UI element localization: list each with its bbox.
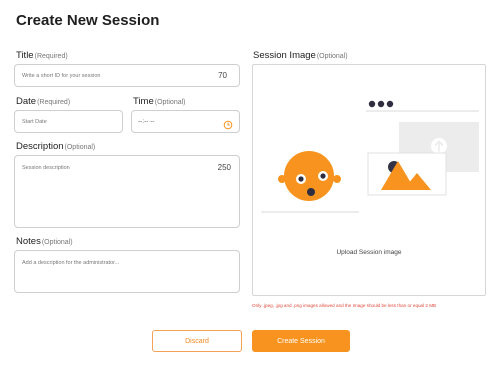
date-label-text: Date [16, 96, 37, 107]
page-title: Create New Session [16, 12, 160, 29]
image-requirements-note: Only .jpeg, .jpg and .png images allowed… [252, 303, 437, 308]
description-label-text: Description [16, 141, 64, 152]
title-label-text: Title [16, 50, 34, 61]
description-label: Description(Optional) [16, 141, 95, 152]
title-placeholder: Write a short ID for your session [22, 73, 101, 79]
dot-icon [386, 100, 394, 108]
notes-textarea[interactable]: Add a description for the administrator.… [14, 250, 240, 293]
time-label: Time(Optional) [133, 96, 186, 107]
date-placeholder: Start Date [22, 119, 47, 125]
time-input[interactable]: --:-- -- [131, 110, 240, 133]
discard-button[interactable]: Discard [152, 330, 242, 352]
description-char-counter: 250 [217, 163, 231, 172]
description-textarea[interactable]: Session description 250 [14, 155, 240, 228]
session-image-label: Session Image(Optional) [253, 50, 348, 61]
time-value: --:-- -- [138, 118, 155, 125]
upload-session-image-label: Upload Session image [336, 249, 402, 256]
description-optional-text: (Optional) [64, 144, 96, 151]
date-label: Date(Required) [16, 96, 70, 107]
time-label-text: Time [133, 96, 154, 107]
title-required-text: (Required) [34, 53, 68, 60]
notes-optional-text: (Optional) [41, 239, 73, 246]
title-input[interactable]: Write a short ID for your session 70 [14, 64, 240, 87]
time-optional-text: (Optional) [154, 99, 186, 106]
dot-icon [368, 100, 376, 108]
notes-placeholder: Add a description for the administrator.… [22, 260, 120, 266]
date-required-text: (Required) [37, 99, 71, 106]
title-char-counter: 70 [218, 71, 227, 80]
notes-label: Notes(Optional) [16, 236, 73, 247]
title-label: Title(Required) [16, 50, 68, 61]
clock-icon[interactable] [223, 117, 233, 130]
date-input[interactable]: Start Date [14, 110, 123, 133]
dot-icon [377, 100, 385, 108]
description-placeholder: Session description [22, 165, 70, 171]
session-image-optional-text: (Optional) [316, 53, 348, 60]
image-upload-dropzone[interactable]: Upload Session image [252, 64, 486, 296]
create-session-button[interactable]: Create Session [252, 330, 350, 352]
upload-illustration [261, 100, 479, 213]
notes-label-text: Notes [16, 236, 41, 247]
session-image-label-text: Session Image [253, 50, 316, 61]
